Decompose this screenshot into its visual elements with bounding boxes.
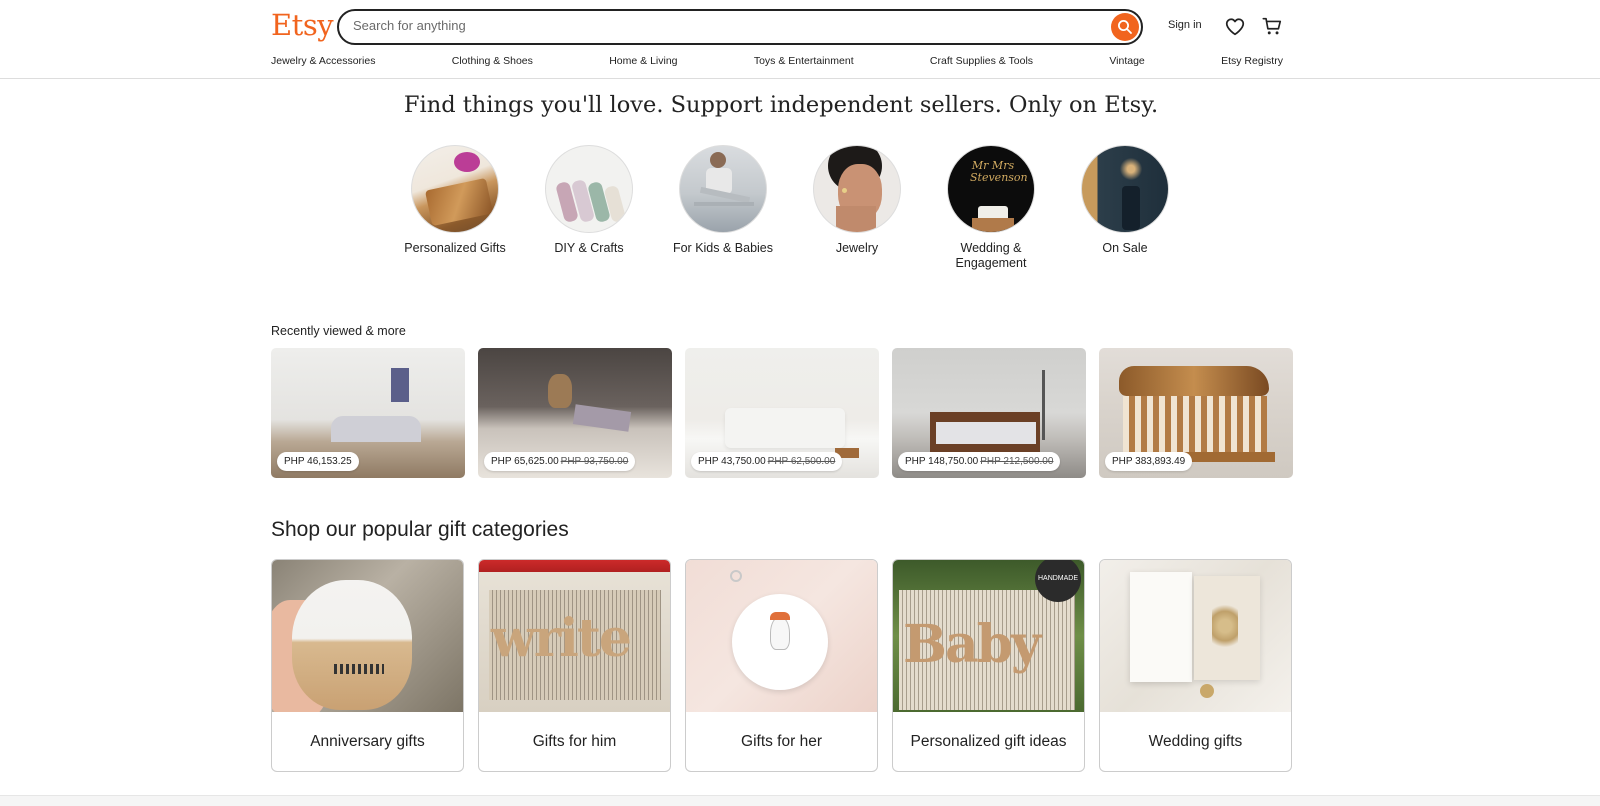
gift-label: Anniversary gifts: [310, 733, 425, 750]
site-header: Etsy Sign in Jewelry & Accessories Cloth…: [0, 0, 1600, 79]
gift-image-detail: [292, 580, 412, 710]
category-label: Wedding & Engagement: [955, 241, 1027, 270]
gift-image-detail: [1212, 596, 1238, 656]
price-tag: PHP 148,750.00 PHP 212,500.00: [898, 452, 1061, 471]
gift-image-detail: [770, 612, 790, 620]
search-button[interactable]: [1111, 13, 1139, 41]
gift-card-for-her[interactable]: Gifts for her: [685, 559, 878, 772]
gift-image: Baby HANDMADE: [893, 560, 1084, 712]
gift-card-anniversary[interactable]: Anniversary gifts: [271, 559, 464, 772]
category-image: [679, 145, 767, 233]
gift-card-personalized[interactable]: Baby HANDMADE Personalized gift ideas: [892, 559, 1085, 772]
gift-image: [1100, 560, 1291, 712]
price-tag: PHP 46,153.25: [277, 452, 359, 471]
listing-image-detail: [572, 404, 632, 432]
listing-image-detail: [1119, 366, 1269, 396]
category-nav: Jewelry & Accessories Clothing & Shoes H…: [271, 55, 1283, 67]
search-input[interactable]: [353, 18, 1083, 33]
recently-viewed-heading: Recently viewed & more: [271, 324, 406, 338]
listing-image-detail: [1123, 396, 1267, 456]
nav-home-living[interactable]: Home & Living: [609, 55, 677, 67]
nav-craft-supplies-tools[interactable]: Craft Supplies & Tools: [930, 55, 1033, 67]
gift-label: Gifts for her: [741, 733, 822, 750]
gift-image-detail: [1200, 684, 1214, 698]
category-on-sale[interactable]: On Sale: [1070, 145, 1180, 256]
gift-image-detail: [730, 570, 742, 582]
gift-label: Gifts for him: [532, 733, 617, 750]
price: PHP 65,625.00: [491, 456, 559, 467]
recently-viewed-item[interactable]: PHP 383,893.49: [1099, 348, 1293, 478]
gift-image-detail: Baby: [903, 614, 1041, 675]
gift-image: write: [479, 560, 670, 712]
gift-image: [686, 560, 877, 712]
nav-vintage[interactable]: Vintage: [1109, 55, 1144, 67]
category-for-kids-babies[interactable]: For Kids & Babies: [668, 145, 778, 256]
recently-viewed-item[interactable]: PHP 65,625.00 PHP 93,750.00: [478, 348, 672, 478]
gift-image-detail: write: [491, 608, 632, 669]
search-bar[interactable]: [337, 9, 1143, 45]
etsy-logo[interactable]: Etsy: [271, 8, 334, 42]
price: PHP 43,750.00: [698, 456, 766, 467]
nav-toys-entertainment[interactable]: Toys & Entertainment: [754, 55, 854, 67]
category-label: DIY & Crafts: [554, 241, 624, 255]
listing-image-detail: [936, 422, 1036, 444]
listing-image-detail: [391, 368, 409, 402]
sign-in-link[interactable]: Sign in: [1168, 19, 1202, 31]
category-image: Mr Mrs Stevenson: [947, 145, 1035, 233]
category-label: Jewelry: [835, 241, 879, 255]
price: PHP 148,750.00: [905, 456, 979, 467]
recently-viewed-item[interactable]: PHP 43,750.00 PHP 62,500.00: [685, 348, 879, 478]
gift-card-wedding[interactable]: Wedding gifts: [1099, 559, 1292, 772]
category-circles: Personalized Gifts DIY & Crafts For Kids…: [400, 145, 1170, 275]
heart-icon[interactable]: [1224, 16, 1246, 38]
nav-etsy-registry[interactable]: Etsy Registry: [1221, 55, 1283, 67]
gift-image-detail: [770, 616, 790, 650]
original-price: PHP 212,500.00: [980, 456, 1054, 467]
gift-image-detail: [334, 664, 384, 674]
listing-image-detail: [331, 416, 421, 442]
category-label: For Kids & Babies: [672, 241, 774, 255]
recently-viewed-item[interactable]: PHP 46,153.25: [271, 348, 465, 478]
gift-image-detail: [1130, 572, 1192, 682]
hero-tagline: Find things you'll love. Support indepen…: [403, 92, 1159, 118]
nav-clothing-shoes[interactable]: Clothing & Shoes: [452, 55, 533, 67]
category-image: [545, 145, 633, 233]
category-wedding-engagement[interactable]: Mr Mrs Stevenson Wedding & Engagement: [936, 145, 1046, 271]
gift-categories-heading: Shop our popular gift categories: [271, 518, 569, 541]
listing-image-detail: [1042, 370, 1045, 440]
listing-image-detail: [548, 374, 572, 408]
category-personalized-gifts[interactable]: Personalized Gifts: [400, 145, 510, 256]
gift-label: Personalized gift ideas: [910, 733, 1067, 750]
price: PHP 383,893.49: [1112, 456, 1186, 467]
price-tag: PHP 43,750.00 PHP 62,500.00: [691, 452, 843, 471]
nav-jewelry-accessories[interactable]: Jewelry & Accessories: [271, 55, 375, 67]
page-footer-edge: [0, 795, 1600, 806]
category-image: [1081, 145, 1169, 233]
category-image: [411, 145, 499, 233]
price: PHP 46,153.25: [284, 456, 352, 467]
original-price: PHP 93,750.00: [560, 456, 629, 467]
search-icon: [1118, 20, 1132, 34]
category-label: Personalized Gifts: [404, 241, 506, 255]
cart-icon[interactable]: [1261, 15, 1283, 37]
gift-label: Wedding gifts: [1148, 733, 1243, 750]
category-label: On Sale: [1102, 241, 1148, 255]
category-jewelry[interactable]: Jewelry: [802, 145, 912, 256]
gift-card-for-him[interactable]: write Gifts for him: [478, 559, 671, 772]
original-price: PHP 62,500.00: [767, 456, 836, 467]
gift-image: [272, 560, 463, 712]
category-diy-crafts[interactable]: DIY & Crafts: [534, 145, 644, 256]
recently-viewed-item[interactable]: PHP 148,750.00 PHP 212,500.00: [892, 348, 1086, 478]
price-tag: PHP 383,893.49: [1105, 452, 1193, 471]
price-tag: PHP 65,625.00 PHP 93,750.00: [484, 452, 636, 471]
listing-image-detail: [725, 408, 845, 448]
category-image: [813, 145, 901, 233]
